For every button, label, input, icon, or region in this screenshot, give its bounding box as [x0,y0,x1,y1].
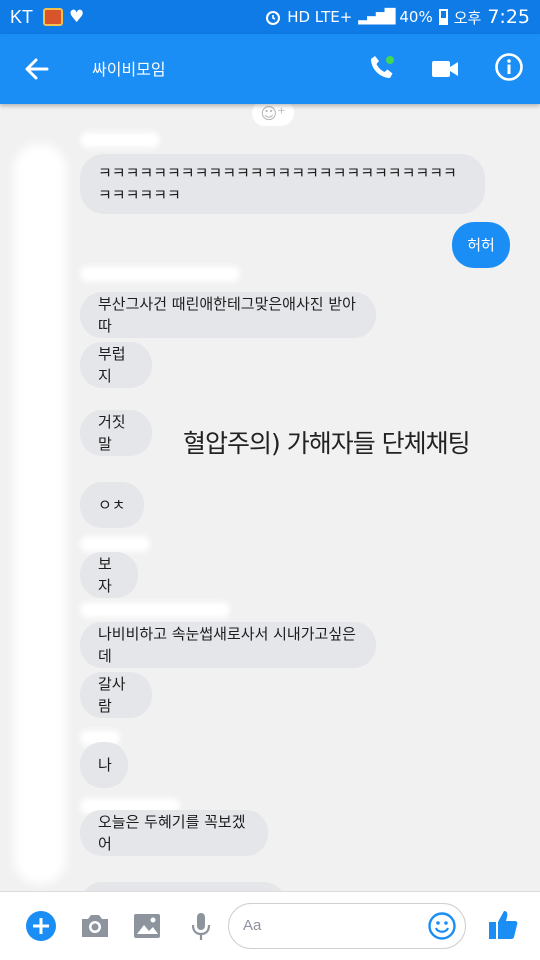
heart-icon: ♥ [69,7,85,27]
status-bar: KT ♥ HD LTE+ ▂▄▆█ 40% 오후 7:25 [0,0,540,34]
overlay-caption: 혈압주의) 가해자들 단체채팅 [183,429,471,458]
network-label: HD LTE+ [287,8,353,26]
message-bubble[interactable]: 부산그사건 때린애한테그맞은애사진 받아따 [80,292,376,338]
status-right: HD LTE+ ▂▄▆█ 40% 오후 7:25 [265,6,530,28]
message-bubble[interactable]: 오늘은 두혜기를 꼭보겠어 [80,810,268,856]
battery-icon [438,9,448,25]
thumbs-up-icon[interactable] [486,907,520,943]
info-icon[interactable] [494,52,524,82]
blurred-sender-name [80,602,230,618]
clock: 7:25 [487,6,530,28]
message-bubble-partial[interactable] [80,882,286,891]
message-bubble-outgoing[interactable]: 허허 [452,222,510,268]
camera-icon[interactable] [78,909,112,943]
blurred-sender-name [80,266,240,282]
conversation-title[interactable]: 싸이비모임 [92,56,166,80]
game-app-icon [43,8,64,26]
message-input[interactable]: Aa [228,903,466,949]
message-bubble[interactable]: ㅇㅊ [80,482,144,528]
message-bubble[interactable]: 나비비하고 속눈썹새로사서 시내가고싶은데 [80,622,376,668]
message-bubble[interactable]: 나 [80,742,128,788]
message-bubble[interactable]: 거짓말 [80,410,152,456]
signal-icon: ▂▄▆█ [358,9,395,25]
message-composer: Aa [0,891,540,960]
message-input-placeholder: Aa [243,917,262,934]
conversation-header: 싸이비모임 [0,34,540,104]
carrier-label: KT [10,6,34,27]
video-camera-icon[interactable] [430,54,460,84]
blurred-sender-name [80,536,150,552]
phone-icon[interactable] [366,52,398,84]
battery-percent: 40% [399,8,433,26]
ampm-label: 오후 [453,8,482,27]
message-bubble[interactable]: 갈사람 [80,672,152,718]
emoji-icon[interactable] [427,911,457,941]
image-icon[interactable] [130,909,164,943]
back-arrow-icon[interactable] [20,52,54,86]
blurred-avatars [14,144,66,884]
message-bubble[interactable]: 보자 [80,552,138,598]
reaction-add-icon[interactable]: ☺⁺ [252,104,294,126]
message-bubble[interactable]: 부럽지 [80,342,152,388]
alarm-icon [266,11,281,25]
message-bubble[interactable]: ㅋㅋㅋㅋㅋㅋㅋㅋㅋㅋㅋㅋㅋㅋㅋㅋㅋㅋㅋㅋㅋㅋㅋㅋㅋㅋㅋㅋㅋㅋㅋㅋ [80,154,485,214]
message-list[interactable]: ☺⁺ ㅋㅋㅋㅋㅋㅋㅋㅋㅋㅋㅋㅋㅋㅋㅋㅋㅋㅋㅋㅋㅋㅋㅋㅋㅋㅋㅋㅋㅋㅋㅋㅋ 허허 부… [0,104,540,891]
add-icon[interactable] [24,909,58,943]
microphone-icon[interactable] [184,909,218,943]
blurred-sender-name [80,132,160,148]
